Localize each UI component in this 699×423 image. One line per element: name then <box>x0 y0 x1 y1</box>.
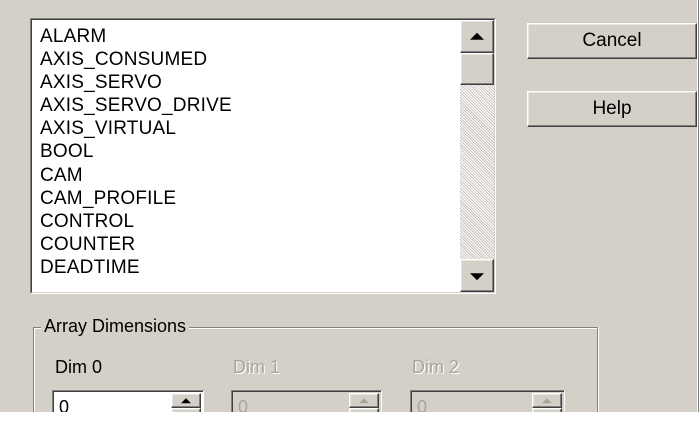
dim-0-spin-buttons <box>171 393 201 412</box>
list-item[interactable]: AXIS_SERVO <box>40 71 232 94</box>
spin-up-icon <box>542 397 552 403</box>
dim-0-value[interactable]: 0 <box>59 396 69 412</box>
list-item[interactable]: AXIS_CONSUMED <box>40 48 232 71</box>
dim-0-field[interactable]: 0 <box>53 391 203 412</box>
dim-1-spinbox: 0 <box>231 390 382 412</box>
dim-1-decrement-button <box>349 408 379 412</box>
list-item[interactable]: CAM_PROFILE <box>40 187 232 210</box>
data-type-dialog: ALARM AXIS_CONSUMED AXIS_SERVO AXIS_SERV… <box>0 0 699 412</box>
list-item[interactable]: CAM <box>40 164 232 187</box>
spin-up-icon <box>181 397 191 403</box>
dim-2-field: 0 <box>411 391 564 412</box>
dim-0-spinbox[interactable]: 0 <box>52 390 204 412</box>
vertical-scrollbar[interactable] <box>460 20 494 292</box>
dim-0-label: Dim 0 <box>55 357 103 377</box>
list-item[interactable]: ALARM <box>40 25 232 48</box>
list-item[interactable]: AXIS_SERVO_DRIVE <box>40 94 232 117</box>
dim-0-increment-button[interactable] <box>171 393 201 408</box>
scroll-down-button[interactable] <box>460 259 494 292</box>
spin-up-icon <box>359 397 369 403</box>
scroll-thumb[interactable] <box>460 53 494 85</box>
list-item[interactable]: AXIS_VIRTUAL <box>40 117 232 140</box>
dim-2-value: 0 <box>417 397 428 412</box>
dim-2-spin-buttons <box>532 393 562 412</box>
triangle-up-icon <box>470 32 484 40</box>
array-dimensions-title: Array Dimensions <box>41 315 190 337</box>
listbox-content: ALARM AXIS_CONSUMED AXIS_SERVO AXIS_SERV… <box>31 19 495 293</box>
dim-1-value: 0 <box>238 397 249 412</box>
dim-0-decrement-button[interactable] <box>171 408 201 412</box>
triangle-down-icon <box>470 272 484 280</box>
data-type-listbox[interactable]: ALARM AXIS_CONSUMED AXIS_SERVO AXIS_SERV… <box>30 18 496 294</box>
dim-2-label: Dim 2 <box>412 357 460 377</box>
dim-2-spinbox: 0 <box>410 390 565 412</box>
dim-1-increment-button <box>349 393 379 408</box>
dim-1-spin-buttons <box>349 393 379 412</box>
cancel-button[interactable]: Cancel <box>527 23 697 59</box>
data-type-list: ALARM AXIS_CONSUMED AXIS_SERVO AXIS_SERV… <box>40 25 232 279</box>
dim-2-increment-button <box>532 393 562 408</box>
help-button[interactable]: Help <box>527 91 697 127</box>
scroll-up-button[interactable] <box>460 20 494 53</box>
list-item[interactable]: DEADTIME <box>40 256 232 279</box>
dim-2-decrement-button <box>532 408 562 412</box>
dim-1-field: 0 <box>232 391 381 412</box>
list-item[interactable]: BOOL <box>40 140 232 163</box>
list-item[interactable]: COUNTER <box>40 233 232 256</box>
dim-1-label: Dim 1 <box>233 357 281 377</box>
list-item[interactable]: CONTROL <box>40 210 232 233</box>
